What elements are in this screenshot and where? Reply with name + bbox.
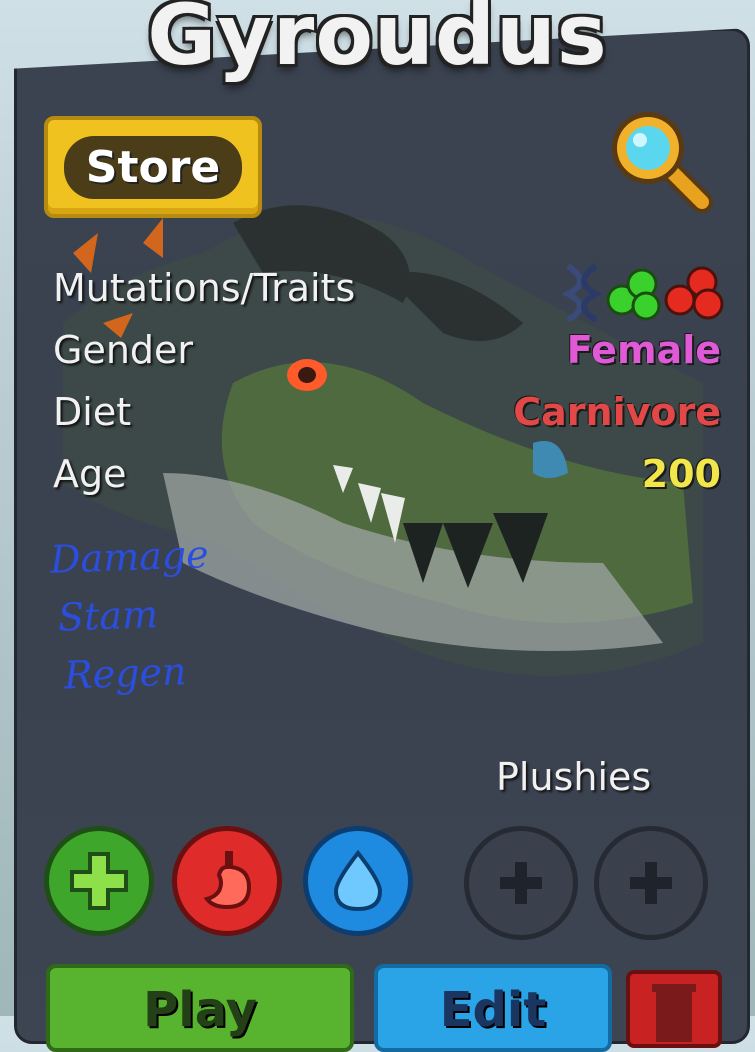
magnifier-icon[interactable]: [604, 104, 716, 216]
heal-button[interactable]: [44, 826, 154, 936]
delete-button[interactable]: [626, 970, 722, 1048]
plushie-slot-1[interactable]: [464, 826, 578, 940]
plus-icon: [630, 862, 672, 904]
note-line: Stam: [57, 592, 159, 640]
droplet-icon: [333, 849, 383, 912]
stomach-icon: [203, 851, 252, 910]
note-line: Damage: [49, 532, 210, 582]
plushies-label: Plushies: [496, 755, 652, 799]
dna-icon: [562, 263, 603, 322]
food-button[interactable]: [172, 826, 282, 936]
handwritten-notes: Damage Stam Regen: [49, 528, 210, 702]
plus-icon: [500, 862, 542, 904]
plushie-slot-2[interactable]: [594, 826, 708, 940]
gender-value: Female: [566, 328, 721, 372]
note-line: Regen: [63, 649, 188, 698]
gender-label: Gender: [53, 328, 194, 372]
play-button-label: Play: [143, 982, 257, 1038]
plus-icon: [70, 852, 128, 910]
age-label: Age: [53, 452, 127, 496]
red-cells-icon: [664, 266, 724, 320]
creature-name-title: Gyroudus: [147, 0, 608, 84]
store-button-label: Store: [63, 135, 243, 199]
water-button[interactable]: [303, 826, 413, 936]
green-cells-icon: [606, 268, 661, 321]
traits-icons[interactable]: [562, 262, 730, 322]
edit-button-label: Edit: [439, 982, 547, 1038]
edit-button[interactable]: Edit: [374, 964, 612, 1052]
traits-label: Mutations/Traits: [53, 266, 356, 310]
trash-icon: [652, 984, 696, 1042]
store-button[interactable]: Store: [44, 116, 262, 218]
diet-label: Diet: [53, 390, 132, 434]
age-value: 200: [641, 452, 721, 496]
diet-value: Carnivore: [513, 390, 721, 434]
play-button[interactable]: Play: [46, 964, 354, 1052]
